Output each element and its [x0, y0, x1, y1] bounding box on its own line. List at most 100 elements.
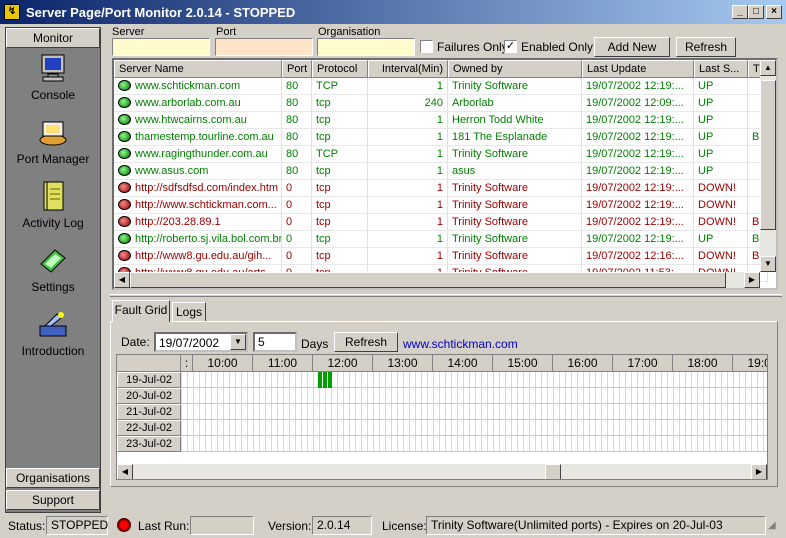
port-label: Port: [216, 26, 237, 38]
column-header-owned-by[interactable]: Owned by: [448, 60, 582, 78]
cell-port: 0: [282, 248, 312, 265]
sidebar-item-label: Console: [30, 88, 76, 102]
sidebar-header-monitor[interactable]: Monitor: [6, 28, 100, 48]
cell-text: DOWN!: [698, 199, 736, 211]
resize-grip-icon[interactable]: ◢: [768, 520, 782, 534]
settings-icon: [40, 249, 66, 273]
table-row[interactable]: http://203.28.89.1 0 tcp 1 Trinity Software 1…: [114, 214, 768, 231]
cell-text: UP: [698, 114, 714, 126]
cell-text: 19/07/2002 12:19:...: [586, 165, 684, 177]
date-picker[interactable]: 19/07/2002 ▼: [154, 332, 248, 352]
title-bar: ↯ Server Page/Port Monitor 2.0.14 - STOP…: [0, 0, 786, 24]
cell-port: 0: [282, 231, 312, 248]
fault-grid-row[interactable]: [181, 420, 767, 436]
sidebar-item-settings[interactable]: Settings: [6, 244, 100, 294]
table-row[interactable]: www.asus.com 80 tcp 1 asus 19/07/2002 12:19:.…: [114, 163, 768, 180]
table-horizontal-scrollbar[interactable]: ◀ ▶: [114, 272, 760, 288]
splitter[interactable]: [110, 294, 782, 297]
cell-status: UP: [694, 78, 748, 95]
cell-last-update: 19/07/2002 12:19:...: [582, 231, 694, 248]
status-value: STOPPED: [46, 516, 108, 535]
cell-text: 1: [436, 114, 443, 126]
close-button[interactable]: ×: [766, 5, 782, 19]
sidebar-header-support[interactable]: Support: [6, 490, 100, 510]
tab-fault-grid[interactable]: Fault Grid: [112, 300, 170, 322]
hour-header: 10:00: [193, 355, 253, 372]
status-label: Status:: [8, 519, 46, 533]
cell-server: http://203.28.89.1: [114, 214, 282, 231]
fault-grid-row[interactable]: [181, 372, 767, 388]
scroll-right-button[interactable]: ▶: [744, 272, 760, 288]
cell-protocol: tcp: [312, 129, 368, 146]
add-new-port-button[interactable]: Add New Port: [594, 37, 670, 72]
sidebar-item-label: Settings: [31, 280, 75, 294]
chevron-down-icon[interactable]: ▼: [230, 334, 246, 350]
cell-port: 0: [282, 197, 312, 214]
sidebar-item-activity-log[interactable]: Activity Log: [6, 180, 100, 230]
status-bar: Status: STOPPED Last Run: Version: 2.0.1…: [0, 514, 786, 538]
column-header-interval[interactable]: Interval(Min): [368, 60, 448, 78]
table-row[interactable]: www.htwcairns.com.au 80 tcp 1 Herron Todd Wh…: [114, 112, 768, 129]
app-icon[interactable]: ↯: [4, 4, 20, 20]
organisation-filter-input[interactable]: [317, 38, 415, 56]
fault-grid-row[interactable]: [181, 436, 767, 452]
scroll-down-button[interactable]: ▼: [760, 256, 776, 272]
scroll-left-button[interactable]: ◀: [114, 272, 130, 288]
sidebar-item-label: Port Manager: [16, 152, 90, 166]
cell-port: 80: [282, 112, 312, 129]
days-input[interactable]: 5: [253, 332, 297, 352]
maximize-button[interactable]: □: [748, 5, 764, 19]
table-row[interactable]: thamestemp.tourline.com.au 80 tcp 1 181 The …: [114, 129, 768, 146]
cell-protocol: tcp: [312, 95, 368, 112]
scroll-up-button[interactable]: ▲: [760, 60, 776, 76]
minimize-button[interactable]: _: [732, 5, 748, 19]
cell-server: thamestemp.tourline.com.au: [114, 129, 282, 146]
cell-interval: 1: [368, 231, 448, 248]
table-vertical-scrollbar[interactable]: ▲ ▼: [760, 60, 776, 272]
cell-text: www.asus.com: [135, 165, 209, 177]
failures-only-checkbox[interactable]: [420, 40, 433, 53]
sidebar-item-label: Introduction: [21, 344, 85, 358]
column-header-last-update[interactable]: Last Update: [582, 60, 694, 78]
cell-last-update: 19/07/2002 12:19:...: [582, 214, 694, 231]
cell-owner: asus: [448, 163, 582, 180]
sidebar-item-port-manager[interactable]: Port Manager: [6, 116, 100, 166]
scroll-thumb[interactable]: [130, 272, 726, 288]
sidebar-item-console[interactable]: Console: [6, 52, 100, 102]
cell-text: http://sdfsdfsd.com/index.htm: [135, 182, 279, 194]
scroll-left-button[interactable]: ◀: [117, 464, 133, 479]
cell-text: 19/07/2002 12:19:...: [586, 148, 684, 160]
hour-header: 12:00: [313, 355, 373, 372]
column-header-server[interactable]: Server Name: [114, 60, 282, 78]
column-header-last-status[interactable]: Last S...: [694, 60, 748, 78]
fault-grid-row[interactable]: [181, 404, 767, 420]
cell-text: asus: [452, 165, 476, 177]
table-row[interactable]: www.arborlab.com.au 80 tcp 240 Arborlab 19/07…: [114, 95, 768, 112]
sidebar-item-introduction[interactable]: Introduction: [6, 308, 100, 358]
table-row[interactable]: http://www.schtickman.com... 0 tcp 1 Trinity…: [114, 197, 768, 214]
server-filter-input[interactable]: [112, 38, 210, 56]
scroll-thumb[interactable]: [545, 464, 561, 479]
table-row[interactable]: http://sdfsdfsd.com/index.htm 0 tcp 1 Trinit…: [114, 180, 768, 197]
refresh-button[interactable]: Refresh: [676, 37, 736, 57]
table-row[interactable]: www.schtickman.com 80 TCP 1 Trinity Software…: [114, 78, 768, 95]
enabled-only-checkbox[interactable]: ✓: [504, 40, 517, 53]
fault-grid-row[interactable]: [181, 388, 767, 404]
fault-grid-ok-mark: [318, 372, 322, 388]
table-row[interactable]: www.ragingthunder.com.au 80 TCP 1 Trinity So…: [114, 146, 768, 163]
scroll-right-button[interactable]: ▶: [751, 464, 767, 479]
sidebar-header-organisations[interactable]: Organisations: [6, 468, 100, 488]
scroll-thumb[interactable]: [760, 80, 776, 230]
cell-text: tcp: [316, 233, 331, 245]
column-header-protocol[interactable]: Protocol: [312, 60, 368, 78]
column-header-port[interactable]: Port: [282, 60, 312, 78]
port-filter-input[interactable]: [215, 38, 313, 56]
cell-text: tcp: [316, 182, 331, 194]
fault-grid-refresh-button[interactable]: Refresh: [334, 332, 398, 352]
cell-text: Trinity Software: [452, 80, 529, 92]
cell-server: http://www8.gu.edu.au/gih...: [114, 248, 282, 265]
tab-logs[interactable]: Logs: [172, 302, 206, 322]
table-row[interactable]: http://www8.gu.edu.au/gih... 0 tcp 1 Trinity…: [114, 248, 768, 265]
table-row[interactable]: http://roberto.sj.vila.bol.com.br 0 tcp 1 Tr…: [114, 231, 768, 248]
fault-grid-horizontal-scrollbar[interactable]: ◀ ▶: [117, 464, 767, 479]
